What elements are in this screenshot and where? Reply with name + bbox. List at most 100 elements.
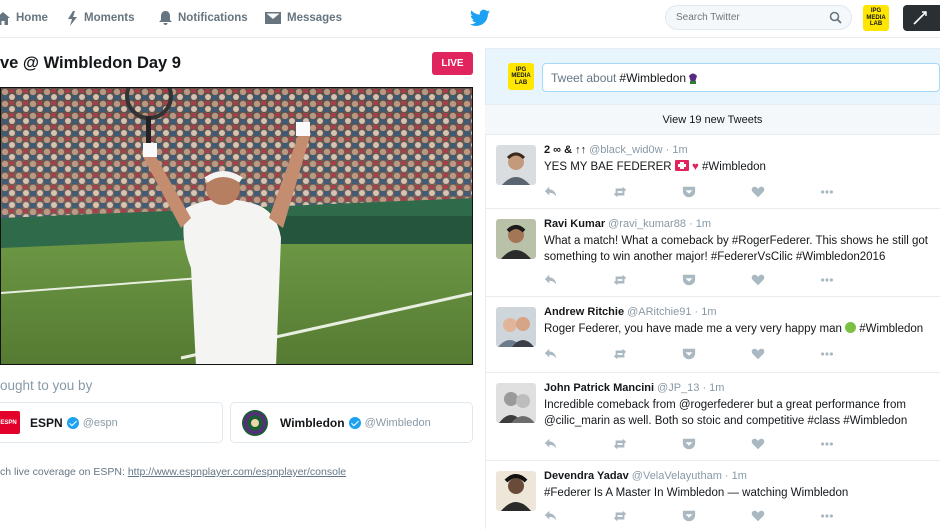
avatar[interactable] — [496, 145, 536, 185]
like-action[interactable] — [751, 437, 820, 451]
tweet-header: Ravi Kumar @ravi_kumar88 · 1m — [544, 218, 711, 230]
avatar[interactable] — [496, 307, 536, 347]
tweet-timestamp[interactable]: · 1m — [689, 218, 711, 230]
profile-avatar-ipg[interactable]: IPG MEDIA LAB — [863, 5, 889, 31]
retweet-action[interactable] — [613, 273, 682, 287]
tweet-author-handle[interactable]: @ARitchie91 — [627, 306, 691, 318]
espn-player-link[interactable]: http://www.espnplayer.com/espnplayer/con… — [128, 466, 346, 478]
compose-tweet-button[interactable] — [903, 5, 940, 31]
nav-moments[interactable]: Moments — [67, 0, 134, 36]
tweet-header: Andrew Ritchie @ARitchie91 · 1m — [544, 306, 717, 318]
more-options-action[interactable] — [820, 185, 889, 199]
retweet-action[interactable] — [613, 185, 682, 199]
tweet-author-name[interactable]: 2 ∞ & ↑↑ — [544, 144, 586, 156]
reply-action[interactable] — [544, 509, 613, 523]
tweet-timestamp[interactable]: · 1m — [666, 144, 688, 156]
retweet-icon — [613, 274, 627, 286]
sponsor-handle-espn: @espn — [82, 416, 118, 429]
heart-emoji-icon: ♥ — [692, 161, 699, 173]
tweet-author-handle[interactable]: @ravi_kumar88 — [608, 218, 686, 230]
nav-messages[interactable]: Messages — [265, 0, 342, 36]
composer-avatar-ipg: IPG MEDIA LAB — [508, 63, 534, 90]
save-pocket-action[interactable] — [682, 509, 751, 523]
search-input[interactable] — [665, 5, 852, 30]
compose-tweet-input[interactable]: Tweet about #Wimbledon — [542, 63, 940, 92]
composer-logo-text: IPG MEDIA LAB — [511, 66, 531, 86]
retweet-action[interactable] — [613, 509, 682, 523]
tweet-timestamp[interactable]: · 1m — [725, 470, 747, 482]
reply-icon — [544, 186, 557, 197]
tweet-item[interactable]: John Patrick Mancini @JP_13 · 1m Incredib… — [486, 373, 940, 461]
reply-icon — [544, 510, 557, 521]
retweet-icon — [613, 510, 627, 522]
tweet-text: YES MY BAE FEDERER ♥ #Wimbledon — [544, 159, 940, 175]
tweet-author-handle[interactable]: @JP_13 — [657, 382, 699, 394]
like-icon — [751, 274, 765, 286]
like-action[interactable] — [751, 509, 820, 523]
more-options-action[interactable] — [820, 437, 889, 451]
espn-logo: ESPN — [0, 411, 20, 434]
view-new-tweets-button[interactable]: View 19 new Tweets — [485, 104, 940, 135]
avatar[interactable] — [496, 471, 536, 511]
nav-notifications[interactable]: Notifications — [159, 0, 248, 36]
more-options-action[interactable] — [820, 347, 889, 361]
tweet-author-name[interactable]: Andrew Ritchie — [544, 306, 624, 318]
more-options-icon — [821, 442, 833, 446]
tweet-item[interactable]: 2 ∞ & ↑↑ @black_wid0w · 1m YES MY BAE FED… — [486, 135, 940, 209]
live-badge: LIVE — [432, 52, 473, 75]
tweet-author-name[interactable]: Ravi Kumar — [544, 218, 605, 230]
like-icon — [751, 348, 765, 360]
tweet-text-line: What a match! What a comeback by #RogerF… — [544, 235, 928, 247]
reply-action[interactable] — [544, 273, 613, 287]
save-pocket-action[interactable] — [682, 347, 751, 361]
like-action[interactable] — [751, 273, 820, 287]
tweet-timestamp[interactable]: · 1m — [695, 306, 717, 318]
reply-icon — [544, 438, 557, 449]
nav-home[interactable]: Home — [0, 0, 48, 36]
sponsor-card-wimbledon[interactable]: Wimbledon @Wimbledon — [230, 402, 473, 443]
tweet-author-name[interactable]: Devendra Yadav — [544, 470, 629, 482]
reply-action[interactable] — [544, 437, 613, 451]
more-options-action[interactable] — [820, 273, 889, 287]
tweet-text: Incredible comeback from @rogerfederer b… — [544, 397, 940, 429]
more-options-icon — [821, 278, 833, 282]
save-pocket-action[interactable] — [682, 273, 751, 287]
tweet-item[interactable]: Devendra Yadav @VelaVelayutham · 1m #Fede… — [486, 461, 940, 529]
like-action[interactable] — [751, 347, 820, 361]
tweet-author-handle[interactable]: @black_wid0w — [589, 144, 663, 156]
save-pocket-icon — [682, 348, 696, 360]
nav-notifications-label: Notifications — [178, 12, 248, 24]
search-icon[interactable] — [829, 11, 842, 24]
more-options-action[interactable] — [820, 509, 889, 523]
twitter-bird-icon[interactable] — [470, 9, 490, 27]
tweet-actions — [544, 273, 889, 287]
tweet-header: 2 ∞ & ↑↑ @black_wid0w · 1m — [544, 144, 688, 156]
top-navigation-bar: Home Moments Notifications Messages IPG … — [0, 0, 940, 38]
tweet-text-part: #Wimbledon — [698, 161, 766, 173]
reply-action[interactable] — [544, 347, 613, 361]
lightning-icon — [68, 10, 77, 26]
like-action[interactable] — [751, 185, 820, 199]
sponsor-card-espn[interactable]: ESPN ESPN @espn — [0, 402, 223, 443]
retweet-action[interactable] — [613, 437, 682, 451]
tweet-text: Roger Federer, you have made me a very v… — [544, 321, 940, 337]
tweet-actions — [544, 509, 889, 523]
tweet-item[interactable]: Ravi Kumar @ravi_kumar88 · 1m What a matc… — [486, 209, 940, 297]
brought-by-heading: ought to you by — [0, 378, 93, 393]
avatar[interactable] — [496, 383, 536, 423]
retweet-action[interactable] — [613, 347, 682, 361]
save-pocket-action[interactable] — [682, 185, 751, 199]
tweet-timestamp[interactable]: · 1m — [702, 382, 724, 394]
coverage-note: ch live coverage on ESPN: http://www.esp… — [0, 466, 346, 478]
live-video-player[interactable] — [0, 87, 473, 365]
sponsor-name-wimbledon: Wimbledon — [280, 415, 345, 430]
avatar[interactable] — [496, 219, 536, 259]
tweet-text-line: @cilic_marin as well. Both so stoic and … — [544, 415, 908, 427]
tweet-author-handle[interactable]: @VelaVelayutham — [632, 470, 722, 482]
tweet-header: John Patrick Mancini @JP_13 · 1m — [544, 382, 724, 394]
tweet-author-name[interactable]: John Patrick Mancini — [544, 382, 654, 394]
tweet-item[interactable]: Andrew Ritchie @ARitchie91 · 1m Roger Fed… — [486, 297, 940, 373]
reply-action[interactable] — [544, 185, 613, 199]
sponsor-name-espn: ESPN — [30, 415, 63, 430]
save-pocket-action[interactable] — [682, 437, 751, 451]
